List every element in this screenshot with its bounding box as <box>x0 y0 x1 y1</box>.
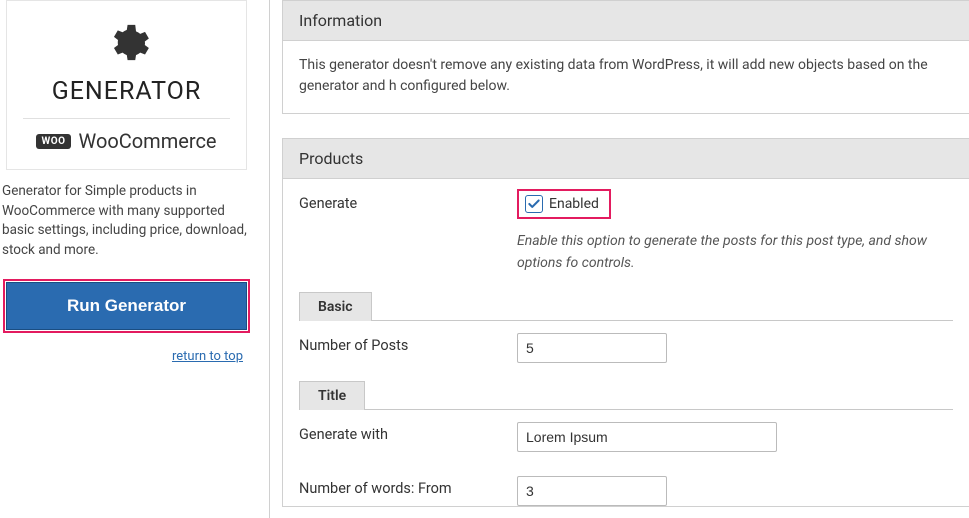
enabled-checkbox[interactable] <box>525 195 543 213</box>
generator-title: GENERATOR <box>23 77 230 106</box>
main-content: Information This generator doesn't remov… <box>270 0 969 518</box>
generate-with-label: Generate with <box>299 422 517 443</box>
information-section: Information This generator doesn't remov… <box>282 0 969 114</box>
tab-title[interactable]: Title <box>299 381 365 410</box>
section-header-products: Products <box>283 139 969 179</box>
generate-row: Generate Enabled Enable this option to g… <box>283 179 969 286</box>
gear-icon <box>104 21 150 71</box>
words-from-label: Number of words: From <box>299 476 517 497</box>
run-generator-button[interactable]: Run Generator <box>6 282 247 330</box>
products-section: Products Generate Enabled Enable this op… <box>282 138 969 507</box>
generate-with-row: Generate with <box>283 410 969 464</box>
enabled-label[interactable]: Enabled <box>549 196 599 212</box>
enabled-checkbox-highlight: Enabled <box>517 189 611 219</box>
sidebar-description: Generator for Simple products in WooComm… <box>0 182 253 260</box>
generate-label: Generate <box>299 191 517 212</box>
words-from-row: Number of words: From <box>283 464 969 506</box>
return-to-top-link[interactable]: return to top <box>172 349 243 364</box>
woo-badge: WOO <box>36 134 70 149</box>
sidebar-card: GENERATOR WOO WooCommerce <box>6 0 247 170</box>
divider <box>23 118 230 119</box>
sidebar: GENERATOR WOO WooCommerce Generator for … <box>0 0 253 518</box>
generate-help-text: Enable this option to generate the posts… <box>517 231 953 274</box>
num-posts-input[interactable] <box>517 333 667 363</box>
information-body: This generator doesn't remove any existi… <box>283 41 969 113</box>
num-posts-label: Number of Posts <box>299 333 517 354</box>
title-tab-row: Title <box>299 381 953 410</box>
tab-basic[interactable]: Basic <box>299 292 372 321</box>
section-header-information: Information <box>283 1 969 41</box>
woo-text: WooCommerce <box>79 129 217 153</box>
woocommerce-label: WOO WooCommerce <box>23 129 230 153</box>
generate-with-input[interactable] <box>517 422 777 452</box>
basic-tab-row: Basic <box>299 292 953 321</box>
words-from-input[interactable] <box>517 476 667 506</box>
num-posts-row: Number of Posts <box>283 321 969 375</box>
